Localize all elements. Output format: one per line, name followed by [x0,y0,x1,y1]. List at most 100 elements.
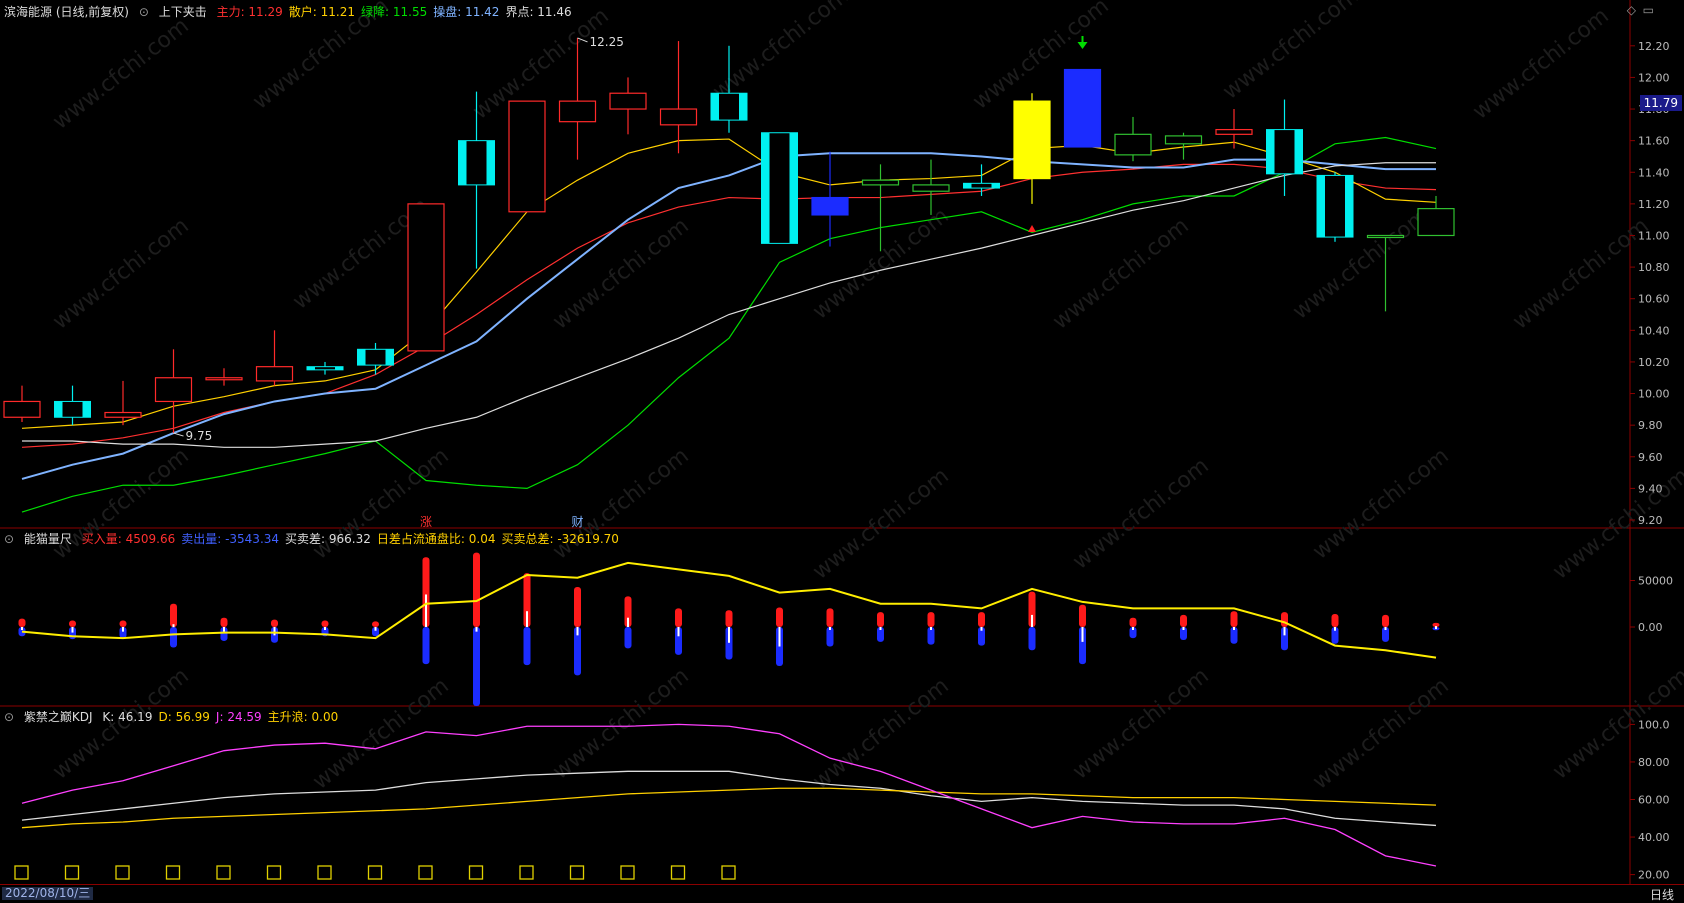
buy-volume-bar [1281,612,1288,627]
net-volume-bar [172,624,175,628]
ma-line-绿降 [21,136,1437,513]
net-volume-bar [1081,627,1084,642]
net-volume-bar [627,617,629,627]
watermark-text: www.cfchi.com [808,463,953,584]
watermark-text: www.cfchi.com [48,213,193,334]
candle-body [1366,234,1405,239]
volume-tick-label: 0.00 [1638,621,1663,634]
chart-stage[interactable]: www.cfchi.com www.cfchi.com www.cfchi.com w… [0,0,1684,901]
price-tick-label: 12.00 [1638,71,1670,84]
main-wave-signal-box [468,865,484,880]
kdj-line-J [21,723,1437,867]
diamond-icon[interactable]: ◇ [1627,3,1636,17]
buy-volume-bar [18,618,26,627]
kdj-panel-header: ⊙ 紫禁之巅KDJ K: 46.19 D: 56.99 J: 24.59 主升浪: 0… [4,709,350,725]
main-wave-signal-box [216,865,231,880]
panel2-name[interactable]: 能猫量尺 [24,532,72,546]
indicator-toggle-icon[interactable]: ⊙ [139,5,149,19]
main-indicator-item-1: 散户: 11.21 [288,5,355,19]
price-tick-label: 10.80 [1638,261,1670,274]
buy-volume-bar [220,617,228,627]
main-wave-signal-box [418,865,433,880]
kdj-tick-label: 40.00 [1638,831,1670,844]
net-volume-bar [1233,627,1235,630]
net-volume-bar [475,627,478,632]
panel2-indicator-item-3: 日差占流通盘比: 0.04 [376,532,496,546]
watermark-text: www.cfchi.com [1048,213,1193,334]
tab-daily[interactable]: 日线 [1650,886,1674,903]
price-tick-label: 12.20 [1638,40,1670,53]
candle-body-left [1317,175,1325,238]
candle-body-right [1294,129,1303,174]
panel3-name[interactable]: 紫禁之巅KDJ [24,710,93,724]
date-axis-bar: 2022/08/10/三 日线 [0,884,1684,902]
candle-body-right [1345,175,1353,238]
main-wave-signal-box [115,865,130,880]
kdj-line-D [21,787,1437,829]
net-volume-bar [1182,627,1185,630]
sell-volume-bar [170,627,177,648]
buy-volume-bar [170,603,177,627]
candle-body-left [357,349,366,366]
watermark-text: www.cfchi.com [1218,0,1363,105]
buy-volume-bar [826,608,834,627]
buy-volume-bar [978,612,985,627]
candle-body [1013,100,1051,180]
window-icon[interactable]: ▭ [1643,3,1654,17]
candle-body [407,203,445,352]
net-volume-bar [324,627,326,630]
net-volume-bar [71,627,74,633]
panel3-indicator-item-0: K: 46.19 [102,710,153,724]
buy-volume-bar [877,612,884,627]
net-volume-bar [21,627,23,630]
buy-volume-bar [69,620,76,627]
candle-body [255,366,294,382]
indicator-name[interactable]: 上下夹击 [159,5,207,19]
main-indicator-item-4: 界点: 11.46 [505,5,572,19]
candle-body [508,100,546,213]
price-tick-label: 11.00 [1638,229,1670,242]
panel2-toggle-icon[interactable]: ⊙ [4,532,14,546]
price-tick-label: 9.80 [1638,419,1663,432]
net-volume-bar [1384,627,1387,630]
price-tick-label: 9.20 [1638,514,1663,527]
kdj-tick-label: 20.00 [1638,869,1670,882]
volume-tick-label: 50000 [1638,575,1673,588]
watermark-text: www.cfchi.com [708,0,853,105]
net-volume-bar [980,627,983,631]
net-volume-bar [1031,614,1033,627]
watermark-text: www.cfchi.com [1288,203,1433,324]
net-volume-bar [829,627,831,630]
net-volume-bar [778,627,781,647]
main-indicator-item-2: 绿降: 11.55 [361,5,428,19]
main-wave-signal-box [519,865,534,880]
main-wave-signal-box [367,865,383,880]
buy-volume-bar [1079,604,1086,627]
ma-line-操盘 [21,152,1436,480]
candle-body-right [82,401,91,418]
main-indicator-item-0: 主力: 11.29 [216,5,283,19]
sell-volume-bar [523,627,531,666]
buy-volume-bar [321,620,329,627]
net-volume-bar [122,627,124,632]
price-tick-label: 11.40 [1638,166,1670,179]
price-tick-label: 10.60 [1638,293,1670,306]
net-volume-bar [1283,627,1286,636]
buy-volume-bar [473,552,480,627]
watermark-text: www.cfchi.com [1508,213,1653,334]
candle-body-left [458,140,467,185]
stock-title[interactable]: 滨海能源 (日线,前复权) [4,5,129,19]
sell-volume-bar [473,627,480,706]
main-wave-signal-box [620,865,635,880]
panel3-indicator-item-1: D: 56.99 [158,710,210,724]
panel3-toggle-icon[interactable]: ⊙ [4,710,14,724]
net-volume-bar [677,627,680,637]
watermark-text: www.cfchi.com [1468,3,1613,124]
buy-volume-bar [1382,614,1389,627]
candle-body [558,100,597,123]
main-wave-signal-box [165,865,181,880]
watermark-text: www.cfchi.com [1068,663,1213,784]
main-wave-signal-box [266,865,282,880]
panel2-indicator-item-1: 卖出量: -3543.34 [181,532,280,546]
cursor-date: 2022/08/10/三 [2,887,94,900]
